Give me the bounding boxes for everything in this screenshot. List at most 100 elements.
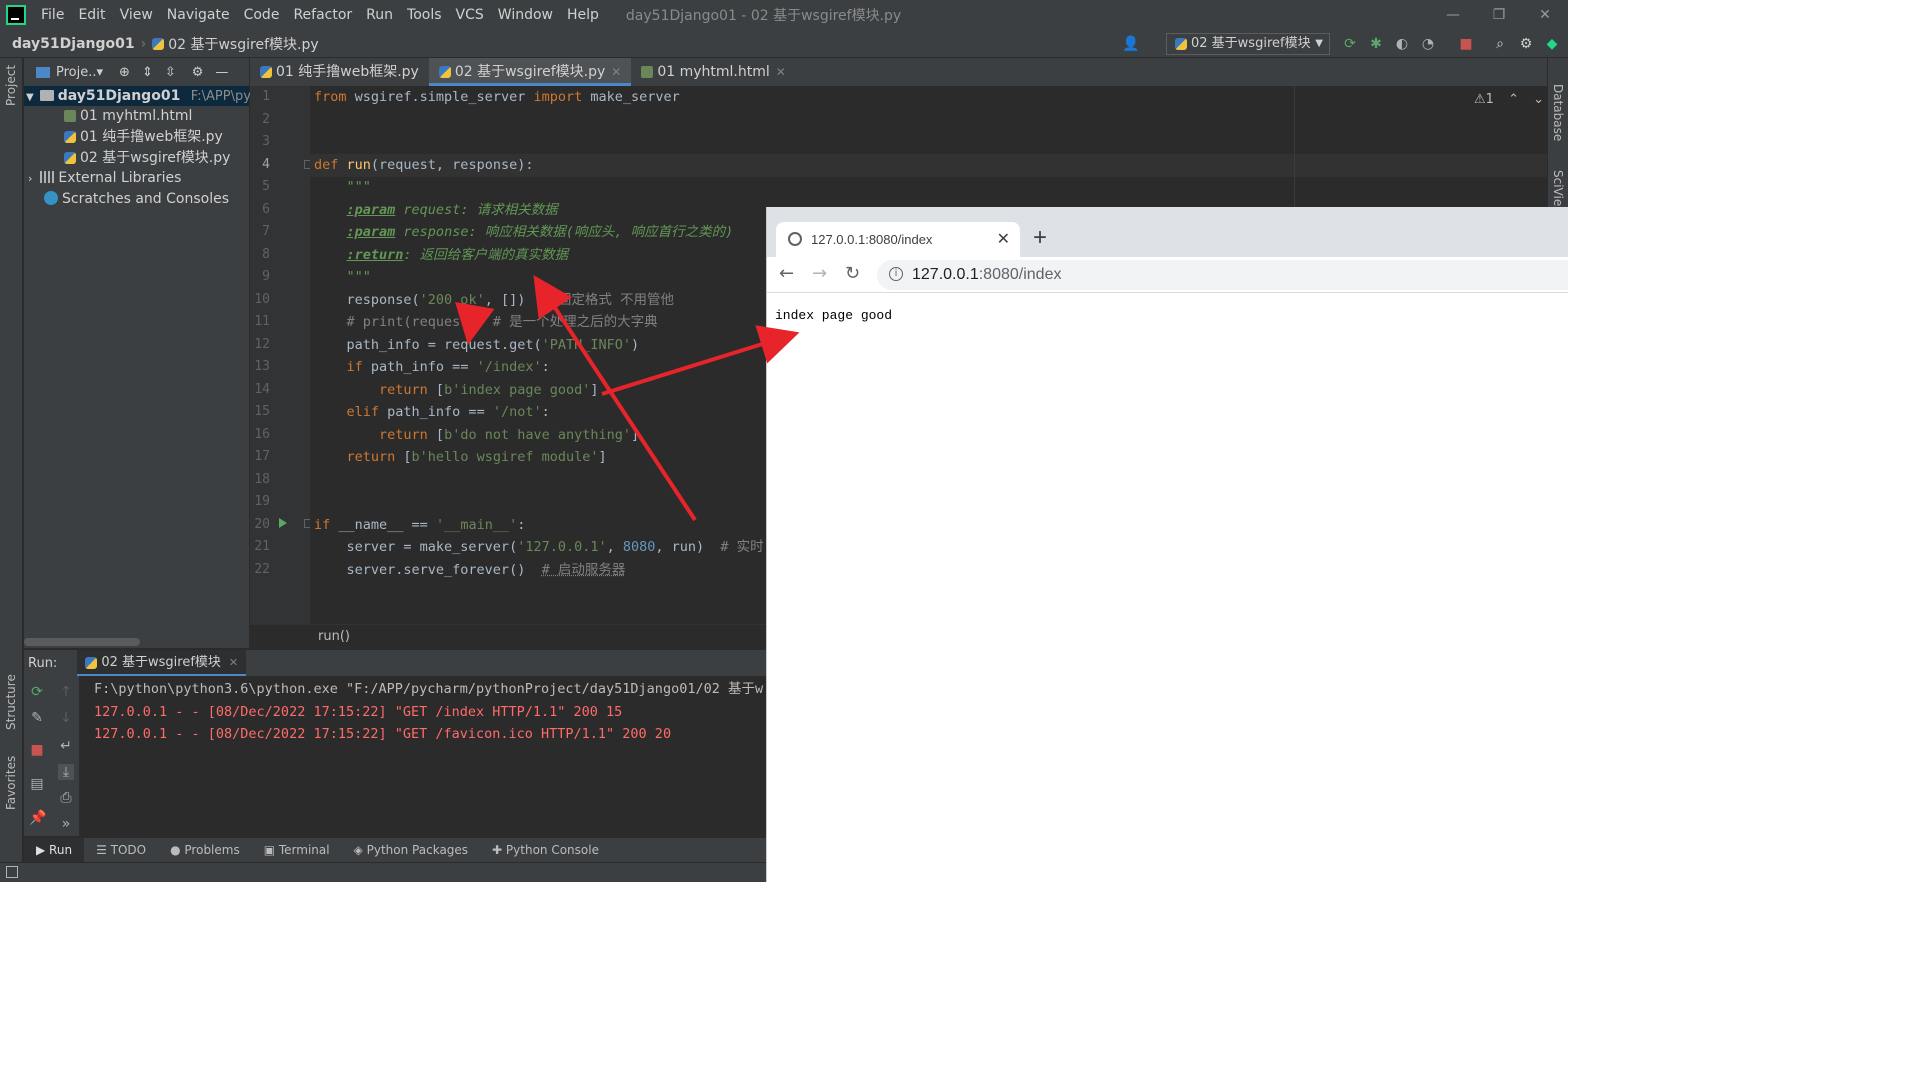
- menu-edit[interactable]: Edit: [71, 0, 112, 30]
- chevron-down-icon[interactable]: ⌄: [1533, 92, 1544, 107]
- close-icon[interactable]: ✕: [776, 65, 786, 79]
- html-file-icon: [641, 66, 654, 78]
- menu-tools[interactable]: Tools: [400, 0, 449, 30]
- close-button[interactable]: ✕: [1522, 0, 1568, 30]
- minimize-button[interactable]: —: [1430, 0, 1476, 30]
- code-breadcrumb[interactable]: run(): [318, 629, 350, 644]
- window-title: day51Django01 - 02 基于wsgiref模块.py: [625, 8, 902, 24]
- tree-item-external-libraries[interactable]: › External Libraries: [24, 168, 181, 188]
- hide-icon[interactable]: —: [215, 65, 228, 80]
- tree-item-web-framework[interactable]: 01 纯手撸web框架.py: [64, 127, 223, 147]
- favorites-tool-tab[interactable]: Favorites: [4, 756, 18, 810]
- arrow-up-icon[interactable]: ↑: [58, 684, 74, 700]
- tab-wsgiref[interactable]: 02 基于wsgiref模块.py ✕: [428, 58, 632, 86]
- tree-item-project-root[interactable]: ▼ day51Django01 F:\APP\pycha: [24, 86, 274, 106]
- soft-wrap-icon[interactable]: ↵: [58, 738, 74, 754]
- run-config-select[interactable]: 02 基于wsgiref模块 ▼: [1166, 33, 1330, 55]
- new-tab-button[interactable]: +: [1033, 225, 1047, 251]
- folder-icon: [39, 90, 54, 101]
- expand-all-icon[interactable]: ⇕: [142, 65, 153, 80]
- more-icon[interactable]: »: [58, 816, 74, 832]
- database-tool-tab[interactable]: Database: [1551, 84, 1565, 141]
- line-number: 9: [262, 269, 270, 284]
- gear-icon[interactable]: ⚙: [192, 65, 204, 80]
- list-icon: ☰: [96, 843, 111, 857]
- line-number: 5: [262, 179, 270, 194]
- bottom-tab-run[interactable]: ▶ Run: [24, 838, 85, 862]
- info-icon[interactable]: i: [889, 267, 903, 281]
- scratches-icon: [44, 191, 58, 205]
- gear-icon[interactable]: ⚙: [1518, 36, 1534, 52]
- breadcrumb-file[interactable]: 02 基于wsgiref模块.py: [168, 34, 318, 54]
- rerun-icon[interactable]: ⟳: [1342, 36, 1358, 52]
- run-gutter-icon[interactable]: [279, 518, 287, 528]
- tab-web-framework[interactable]: 01 纯手撸web框架.py: [250, 58, 429, 86]
- line-number: 13: [254, 359, 270, 374]
- bottom-tab-python-console[interactable]: ✚ Python Console: [480, 838, 611, 862]
- coverage-icon[interactable]: ◐: [1394, 36, 1410, 52]
- project-view-select[interactable]: Proje..▾: [56, 65, 103, 80]
- editor-gutter: 1 2 3 4 5 6 7 8 9 10 11 12 13 14 15 16 1…: [250, 86, 312, 624]
- tree-item-wsgiref[interactable]: 02 基于wsgiref模块.py: [64, 148, 230, 168]
- menu-code[interactable]: Code: [237, 0, 287, 30]
- locate-icon[interactable]: ⊕: [119, 65, 130, 80]
- chevron-up-icon[interactable]: ⌃: [1508, 92, 1519, 107]
- wrench-icon[interactable]: ✎: [29, 710, 45, 726]
- pycharm-logo-icon: [6, 5, 26, 25]
- warning-count: ⚠1: [1474, 92, 1494, 107]
- close-icon[interactable]: ✕: [229, 656, 238, 669]
- reload-button[interactable]: ↻: [845, 263, 860, 285]
- code-line-16: return [b'do not have anything']: [314, 426, 640, 443]
- scroll-to-end-icon[interactable]: ⤓: [58, 764, 74, 780]
- close-icon[interactable]: ✕: [997, 229, 1010, 249]
- structure-tool-tab[interactable]: Structure: [4, 674, 18, 730]
- bottom-tab-todo[interactable]: ☰ TODO: [84, 838, 158, 862]
- menu-run[interactable]: Run: [359, 0, 400, 30]
- menu-view[interactable]: View: [113, 0, 160, 30]
- line-number: 18: [254, 471, 270, 487]
- stop-icon[interactable]: ■: [1458, 36, 1474, 52]
- line-number: 10: [254, 291, 270, 307]
- print-icon[interactable]: ⎙: [58, 790, 74, 806]
- run-config-label: 02 基于wsgiref模块: [1191, 36, 1311, 51]
- bottom-tab-terminal[interactable]: ▣ Terminal: [252, 838, 342, 862]
- bottom-tab-python-packages[interactable]: ◈ Python Packages: [342, 838, 480, 862]
- run-tab[interactable]: 02 基于wsgiref模块 ✕: [77, 650, 247, 676]
- close-icon[interactable]: ✕: [611, 65, 621, 79]
- back-button[interactable]: ←: [779, 263, 794, 285]
- jetbrains-toolbox-icon[interactable]: ◆: [1544, 36, 1560, 52]
- address-bar[interactable]: i 127.0.0.1:8080/index: [877, 260, 1568, 290]
- tab-label: 01 myhtml.html: [657, 64, 770, 80]
- browser-tab[interactable]: 127.0.0.1:8080/index ✕: [776, 222, 1020, 257]
- project-horizontal-scrollbar[interactable]: [24, 638, 140, 646]
- collapse-all-icon[interactable]: ⇳: [165, 65, 176, 80]
- rerun-icon[interactable]: ⟳: [29, 684, 45, 700]
- terminal-icon: ▣: [263, 843, 279, 857]
- stop-icon[interactable]: ■: [29, 742, 45, 758]
- tool-windows-icon[interactable]: [6, 866, 18, 878]
- profile-icon[interactable]: ◔: [1420, 36, 1436, 52]
- menu-help[interactable]: Help: [560, 0, 606, 30]
- arrow-down-icon[interactable]: ↓: [58, 710, 74, 726]
- forward-button[interactable]: →: [812, 263, 827, 285]
- search-icon[interactable]: ⌕: [1492, 36, 1508, 52]
- tree-item-scratches[interactable]: Scratches and Consoles: [44, 189, 229, 209]
- tab-myhtml[interactable]: 01 myhtml.html ✕: [631, 58, 795, 86]
- menu-vcs[interactable]: VCS: [449, 0, 491, 30]
- layout-icon[interactable]: ▤: [29, 776, 45, 792]
- breadcrumb-project[interactable]: day51Django01: [12, 36, 135, 52]
- bottom-tab-problems[interactable]: ● Problems: [158, 838, 252, 862]
- tree-item-myhtml[interactable]: 01 myhtml.html: [64, 106, 192, 126]
- pin-icon[interactable]: 📌: [29, 810, 46, 826]
- menu-navigate[interactable]: Navigate: [160, 0, 237, 30]
- menu-refactor[interactable]: Refactor: [286, 0, 359, 30]
- menu-file[interactable]: File: [34, 0, 71, 30]
- chevron-down-icon: ▼: [1315, 38, 1323, 49]
- debug-icon[interactable]: ✱: [1368, 36, 1384, 52]
- project-tool-tab[interactable]: Project: [4, 65, 18, 106]
- inspection-widget[interactable]: ⚠1 ⌃ ⌄: [1474, 92, 1544, 107]
- user-icon[interactable]: 👤: [1122, 36, 1139, 52]
- restore-button[interactable]: ❐: [1476, 0, 1522, 30]
- menu-window[interactable]: Window: [491, 0, 560, 30]
- tab-label: 01 纯手撸web框架.py: [276, 64, 419, 80]
